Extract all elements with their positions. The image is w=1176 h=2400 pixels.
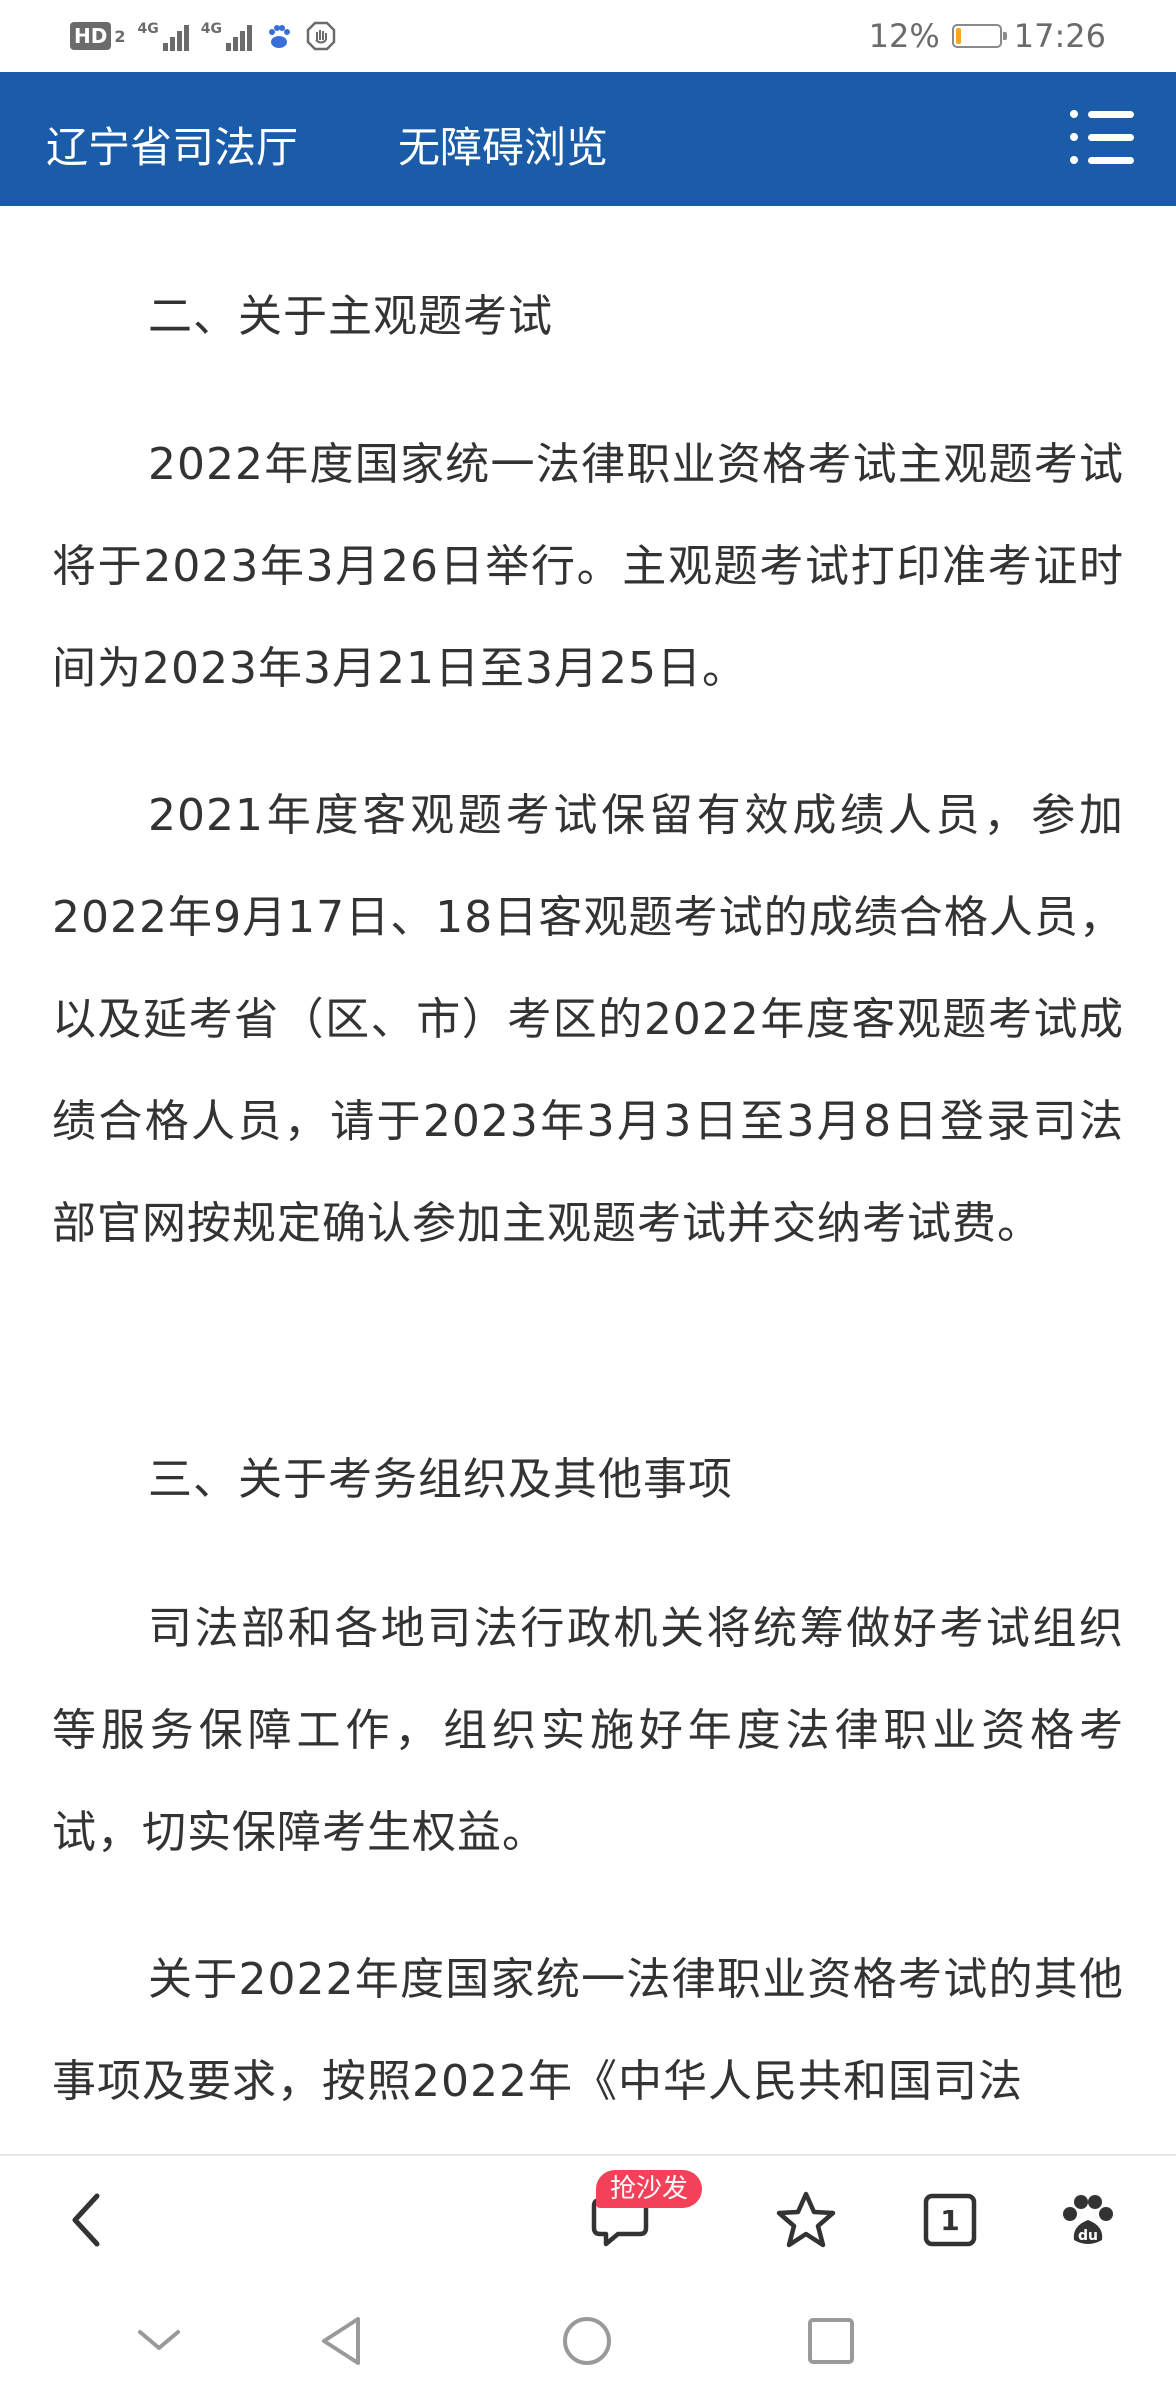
article-content: 二、关于主观题考试 2022年度国家统一法律职业资格考试主观题考试将于2023年… bbox=[0, 206, 1176, 2154]
status-bar: HD 2 4G 4G 12% 17:26 bbox=[0, 0, 1176, 72]
network-type-label-2: 4G bbox=[200, 21, 222, 37]
hd-label: HD bbox=[70, 22, 112, 50]
status-right: 12% 17:26 bbox=[869, 14, 1106, 58]
tabs-button[interactable]: 1 bbox=[910, 2180, 990, 2260]
site-title[interactable]: 辽宁省司法厅 bbox=[46, 114, 298, 175]
menu-list-icon[interactable] bbox=[1070, 104, 1136, 170]
accessibility-link[interactable]: 无障碍浏览 bbox=[398, 114, 608, 175]
paragraph-organization: 司法部和各地司法行政机关将统筹做好考试组织等服务保障工作，组织实施好年度法律职业… bbox=[52, 1603, 1124, 1858]
recents-square-icon[interactable] bbox=[796, 2306, 866, 2376]
section-heading-3: 三、关于考务组织及其他事项 bbox=[148, 1454, 733, 1505]
svg-text:du: du bbox=[1078, 2228, 1098, 2244]
hide-chevron-icon[interactable] bbox=[124, 2306, 194, 2376]
star-icon[interactable] bbox=[766, 2180, 846, 2260]
battery-level-fill bbox=[955, 28, 961, 44]
baidu-paw-icon[interactable]: du bbox=[1048, 2180, 1128, 2260]
back-triangle-icon[interactable] bbox=[306, 2306, 376, 2376]
hd-voice-indicator: HD 2 bbox=[70, 22, 125, 50]
status-left: HD 2 4G 4G bbox=[70, 16, 336, 56]
hand-stop-icon bbox=[306, 21, 336, 51]
tabs-count: 1 bbox=[940, 2203, 960, 2237]
hd-sub-label: 2 bbox=[114, 26, 126, 46]
paragraph-other-matters: 关于2022年度国家统一法律职业资格考试的其他事项及要求，按照2022年《中华人… bbox=[52, 1954, 1124, 2107]
site-header: 辽宁省司法厅 无障碍浏览 bbox=[0, 72, 1176, 206]
signal-strength-icon: 4G bbox=[137, 21, 189, 51]
battery-percent: 12% bbox=[868, 17, 940, 55]
paragraph-confirmation: 2021年度客观题考试保留有效成绩人员，参加2022年9月17日、18日客观题考… bbox=[52, 790, 1124, 1249]
section-heading-2: 二、关于主观题考试 bbox=[148, 291, 553, 342]
home-circle-icon[interactable] bbox=[552, 2306, 622, 2376]
browser-toolbar: 抢沙发 1 du bbox=[0, 2154, 1176, 2282]
battery-icon bbox=[951, 24, 1007, 48]
paragraph-subjective-exam-date: 2022年度国家统一法律职业资格考试主观题考试将于2023年3月26日举行。主观… bbox=[52, 439, 1124, 694]
baidu-paw-icon bbox=[268, 25, 290, 48]
clock: 17:26 bbox=[1013, 17, 1106, 55]
comment-badge[interactable]: 抢沙发 bbox=[596, 2170, 703, 2208]
chevron-left-icon[interactable] bbox=[46, 2180, 126, 2260]
signal-strength-icon-2: 4G bbox=[201, 21, 252, 51]
network-type-label: 4G bbox=[137, 21, 159, 37]
system-nav-bar bbox=[0, 2280, 1176, 2400]
